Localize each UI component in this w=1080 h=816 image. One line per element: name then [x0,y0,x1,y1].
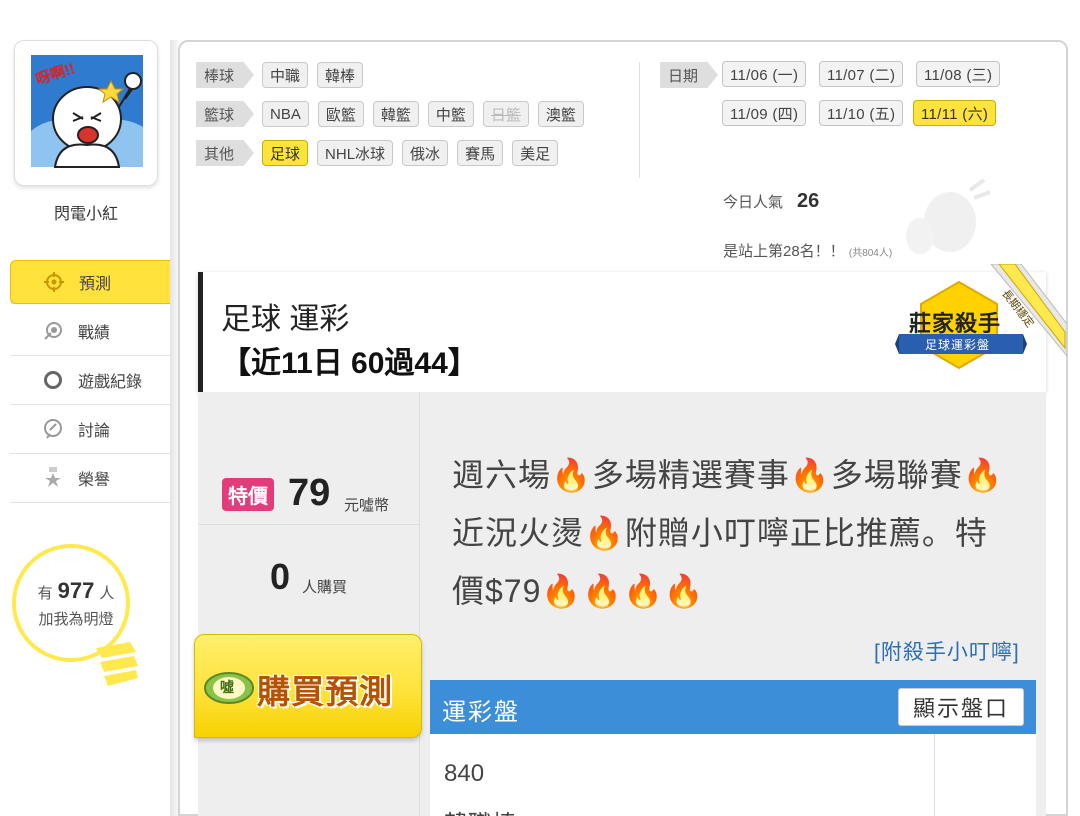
popularity-value: 26 [797,190,820,212]
prediction-title: 足球 運彩 [221,303,350,336]
prediction-description: 週六場🔥多場精選賽事🔥多場聯賽🔥近況火燙🔥附贈小叮嚀正比推薦。特價$79🔥🔥🔥🔥 [452,457,1004,609]
date-chip-1107[interactable]: 11/07 (二) [819,61,904,87]
category-date: 日期 [660,62,719,88]
date-chip-1106[interactable]: 11/06 (一) [722,61,807,87]
sidebar-item-game-log[interactable]: 遊戲紀錄 [10,356,176,405]
sidebar-item-predict[interactable]: 預測 [10,260,188,304]
prediction-record: 【近11日 60過44】 [221,347,478,380]
price-value: 79 [288,472,331,514]
sidebar-shadow [170,40,178,816]
lamp-caption: 加我為明燈 [38,611,114,628]
chip-nhl[interactable]: NHL冰球 [317,140,394,166]
follow-lamp[interactable]: 有 977 人 加我為明燈 [10,544,142,704]
filter-divider [639,62,640,178]
medal-icon [42,320,64,342]
avatar-image [15,41,157,185]
chip-soccer[interactable]: 足球 [262,140,309,166]
popularity: 今日人氣 26 [723,190,819,213]
buy-prediction-label: 購買預測 [257,673,393,710]
attach-tip-link[interactable]: [附殺手小叮嚀] [874,636,1020,666]
special-price-badge: 特價 [222,478,274,511]
filter-baseball: 棒球 中職 韓棒 [196,61,372,89]
sidebar-item-discussion[interactable]: 討論 [10,405,176,454]
chip-jpn-basket: 日籃 [482,101,529,127]
sidebar-item-label: 討論 [78,423,111,440]
username: 閃電小紅 [53,206,118,223]
lottery-body: 840 韓職棒 [430,734,1036,816]
sidebar-menu: 預測 戰績 遊戲紀錄 討論 榮譽 [10,260,188,503]
sidebar-item-label: 榮譽 [78,472,111,489]
watermark-figure-icon [906,178,991,254]
rank-total: (共804人) [848,248,893,259]
prediction-title-box: 足球 運彩 【近11日 60過44】 莊家殺手 足球運彩盤 長期穩定 [198,264,1067,392]
lamp-count-line: 有 977 人 [26,578,126,604]
price-area: 特價 79 元噓幣 0 人購買 噓 購買預測 [194,392,422,816]
sidebar-item-label: 預測 [79,276,112,293]
chip-kbl[interactable]: 韓籃 [372,101,419,127]
lamp-prefix: 有 [37,585,53,602]
badge-sub-text: 足球運彩盤 [925,338,991,352]
sidebar-item-honor[interactable]: 榮譽 [10,454,176,503]
chip-kbo[interactable]: 韓棒 [317,62,364,88]
date-label-row: 日期 [660,61,726,89]
lottery-title: 運彩盤 [442,699,520,726]
chat-icon [42,418,64,440]
coin-icon-text: 噓 [220,679,234,695]
date-chip-1109[interactable]: 11/09 (四) [722,100,807,126]
lamp-base-icon [96,642,138,686]
chip-nba[interactable]: NBA [262,101,309,127]
ring-icon [42,369,64,391]
chip-cba[interactable]: 中籃 [427,101,474,127]
lamp-suffix: 人 [99,585,115,602]
price-unit: 元噓幣 [344,497,390,514]
category-other: 其他 [196,140,255,166]
chip-horse-racing[interactable]: 賽馬 [457,140,504,166]
show-odds-button[interactable]: 顯示盤口 [898,688,1024,726]
lamp-count: 977 [57,578,95,603]
date-chip-1111[interactable]: 11/11 (六) [913,100,997,126]
lottery-header: 運彩盤 顯示盤口 [430,680,1036,734]
rank: 是站上第28名！！ (共804人) [723,240,892,261]
buy-prediction-button[interactable]: 噓 購買預測 [194,634,422,738]
date-chip-1110[interactable]: 11/10 (五) [819,100,904,126]
chip-nfl[interactable]: 美足 [512,140,559,166]
rank-text: 是站上第28名！！ [723,243,845,260]
prediction-content: 特價 79 元噓幣 0 人購買 噓 購買預測 週六場🔥多場精選賽事🔥多場聯賽🔥近… [194,392,1046,816]
chip-nbl[interactable]: 澳籃 [537,101,584,127]
avatar[interactable]: 呀啊!! [14,40,158,186]
chip-cpbl[interactable]: 中職 [262,62,309,88]
chip-khl[interactable]: 俄冰 [402,140,449,166]
badge-main-text: 莊家殺手 [909,311,1002,336]
sidebar-item-label: 遊戲紀錄 [78,374,143,391]
filter-basketball: 籃球 NBA 歐籃 韓籃 中籃 日籃 澳籃 [196,100,593,128]
price-divider [198,524,420,525]
date-chip-1108[interactable]: 11/08 (三) [916,61,1001,87]
buyers-count: 0 [270,556,291,597]
filter-other: 其他 足球 NHL冰球 俄冰 賽馬 美足 [196,139,567,167]
category-basketball: 籃球 [196,101,255,127]
sidebar-item-label: 戰績 [78,325,111,342]
sidebar-item-record[interactable]: 戰績 [10,307,176,356]
trophy-icon [42,467,64,489]
category-baseball: 棒球 [196,62,255,88]
game-number: 840 [444,760,485,787]
buyers-unit: 人購買 [302,579,348,596]
lottery-column-divider [934,734,935,816]
chip-euro-basket[interactable]: 歐籃 [317,101,364,127]
popularity-label: 今日人氣 [723,194,784,211]
target-icon [43,271,65,293]
game-league: 韓職棒 [444,804,516,816]
